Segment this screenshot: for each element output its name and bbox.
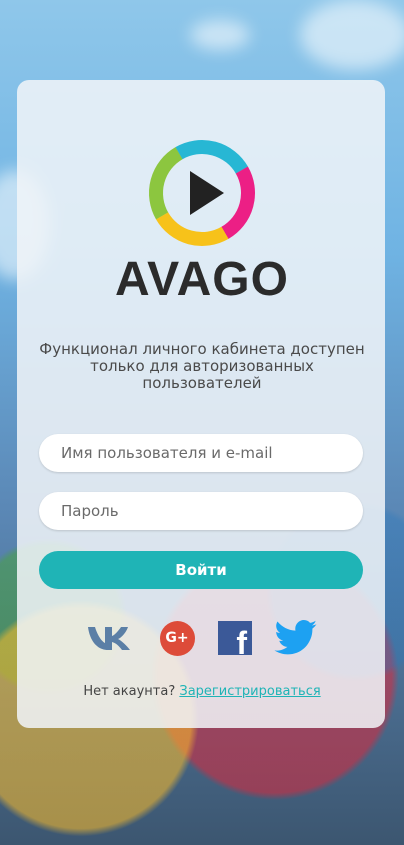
login-button[interactable]: Войти: [39, 551, 363, 589]
vk-login-button[interactable]: [84, 618, 140, 658]
info-text: Функционал личного кабинета доступен тол…: [39, 340, 365, 392]
brand-name: AVAGO: [115, 253, 289, 306]
register-link[interactable]: Зарегистрироваться: [179, 684, 320, 699]
facebook-text: f: [236, 625, 247, 655]
google-plus-text: G+: [165, 630, 189, 646]
facebook-icon: f: [218, 621, 252, 655]
facebook-login-button[interactable]: f: [216, 618, 254, 658]
register-prompt: Нет акаунта?: [83, 684, 176, 699]
username-input[interactable]: [39, 434, 363, 472]
google-plus-login-button[interactable]: G+: [158, 618, 196, 658]
twitter-icon: [274, 620, 317, 655]
password-input[interactable]: [39, 492, 363, 530]
twitter-login-button[interactable]: [272, 618, 320, 658]
avago-logo-icon: [149, 140, 255, 246]
google-plus-icon: G+: [159, 620, 195, 656]
register-line: Нет акаунта? Зарегистрироваться: [0, 684, 404, 699]
vk-icon: [88, 627, 130, 650]
